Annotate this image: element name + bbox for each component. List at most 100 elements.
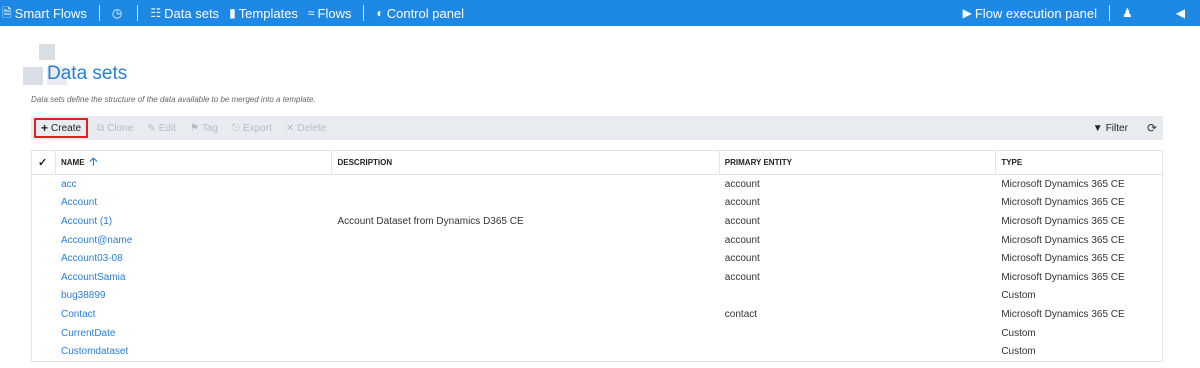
- user-icon: ♟: [1122, 6, 1133, 20]
- filter-button[interactable]: ▼ Filter: [1088, 118, 1133, 138]
- dataset-description: [332, 324, 719, 343]
- dataset-description: [332, 305, 719, 324]
- dataset-primary-entity: account: [724, 253, 760, 265]
- table-row[interactable]: Contact contact Microsoft Dynamics 365 CE: [32, 305, 1162, 324]
- dataset-name-link[interactable]: Account: [56, 194, 333, 213]
- dataset-type: Custom: [1001, 290, 1036, 302]
- history-button[interactable]: ◷: [112, 0, 125, 26]
- row-select-cell[interactable]: [32, 324, 56, 343]
- export-label: Export: [242, 122, 272, 134]
- megaphone-icon: ◀: [1175, 6, 1185, 20]
- select-all-checkbox[interactable]: ✓: [32, 151, 56, 174]
- table-row[interactable]: Account (1) Account Dataset from Dynamics…: [32, 212, 1162, 231]
- dataset-name-link[interactable]: bug38899: [56, 287, 333, 306]
- clone-label: Clone: [107, 122, 134, 134]
- row-select-cell[interactable]: [32, 212, 56, 231]
- divider: [98, 5, 100, 21]
- clone-button[interactable]: ⧉ Clone: [92, 118, 138, 138]
- row-select-cell[interactable]: [32, 268, 56, 287]
- document-icon: 🗎: [2, 6, 12, 20]
- title-decoration: [23, 67, 43, 85]
- waves-icon: ≈: [307, 6, 315, 20]
- table-row[interactable]: Account03-08 account Microsoft Dynamics 36…: [32, 249, 1162, 268]
- row-select-cell[interactable]: [32, 287, 56, 306]
- tag-button[interactable]: ⚑ Tag: [185, 118, 223, 138]
- dataset-name-link[interactable]: Customdataset: [56, 342, 333, 361]
- dataset-primary-entity: account: [724, 215, 760, 227]
- close-icon: ✕: [285, 122, 295, 134]
- play-icon: ▶: [962, 6, 972, 20]
- nav-flows[interactable]: ≈ Flows: [308, 0, 352, 26]
- export-icon: ⎋: [232, 122, 240, 134]
- dataset-description: [332, 175, 719, 194]
- flow-execution-panel-label: Flow execution panel: [974, 5, 1097, 21]
- edit-button[interactable]: ✎ Edit: [142, 118, 181, 138]
- table-row[interactable]: Account account Microsoft Dynamics 365 CE: [32, 194, 1162, 213]
- row-select-cell[interactable]: [32, 175, 56, 194]
- column-header-primary-entity[interactable]: PRIMARY ENTITY: [720, 151, 997, 174]
- toolbar-right: ▼ Filter ⟳: [1088, 116, 1157, 140]
- column-header-label: TYPE: [1001, 158, 1023, 167]
- announcements-button[interactable]: ◀: [1176, 0, 1188, 26]
- top-navigation-bar: 🗎 Smart Flows ◷ ☷ Data sets ▮ Templates …: [0, 0, 1200, 26]
- tag-icon: ⚑: [189, 122, 199, 134]
- file-icon: ▮: [229, 6, 236, 20]
- table-row[interactable]: CurrentDate Custom: [32, 324, 1162, 343]
- dataset-type: Custom: [1001, 346, 1036, 358]
- row-select-cell[interactable]: [32, 249, 56, 268]
- row-select-cell[interactable]: [32, 342, 56, 361]
- column-header-label: NAME: [60, 158, 85, 167]
- table-row[interactable]: AccountSamia account Microsoft Dynamics 36…: [32, 268, 1162, 287]
- table-row[interactable]: Account@name account Microsoft Dynamics 36…: [32, 231, 1162, 250]
- column-header-description[interactable]: DESCRIPTION: [332, 151, 720, 174]
- dataset-name-link[interactable]: Contact: [56, 305, 333, 324]
- funnel-icon: ▼: [1092, 122, 1103, 134]
- delete-button[interactable]: ✕ Delete: [281, 118, 331, 138]
- row-select-cell[interactable]: [32, 231, 56, 250]
- data-sets-table: ✓ NAME 🡡 DESCRIPTION PRIMARY ENTITY TYPE…: [31, 150, 1163, 362]
- create-button[interactable]: + Create: [34, 118, 89, 138]
- flow-execution-panel-button[interactable]: ▶ Flow execution panel: [963, 0, 1097, 26]
- dataset-type: Microsoft Dynamics 365 CE: [1001, 308, 1125, 320]
- dataset-type: Microsoft Dynamics 365 CE: [1001, 178, 1125, 190]
- table-row[interactable]: acc account Microsoft Dynamics 365 CE: [32, 175, 1162, 194]
- table-row[interactable]: Customdataset Custom: [32, 342, 1162, 361]
- dataset-description: [332, 249, 719, 268]
- dataset-type: Microsoft Dynamics 365 CE: [1001, 215, 1125, 227]
- dataset-name-link[interactable]: CurrentDate: [56, 324, 333, 343]
- sitemap-icon: ☷: [150, 6, 162, 20]
- nav-templates[interactable]: ▮ Templates: [229, 0, 298, 26]
- dataset-primary-entity: [720, 324, 997, 343]
- dataset-name-link[interactable]: Account@name: [56, 231, 333, 250]
- row-select-cell[interactable]: [32, 194, 56, 213]
- nav-control-panel-label: Control panel: [386, 5, 465, 21]
- dataset-primary-entity: [720, 287, 997, 306]
- refresh-icon[interactable]: ⟳: [1147, 121, 1157, 135]
- dataset-name-link[interactable]: Account03-08: [56, 249, 333, 268]
- row-select-cell[interactable]: [32, 305, 56, 324]
- dataset-primary-entity: account: [724, 234, 760, 246]
- dataset-description: [332, 231, 719, 250]
- dataset-type: Microsoft Dynamics 365 CE: [1001, 271, 1125, 283]
- nav-control-panel[interactable]: ◐ Control panel: [376, 0, 464, 26]
- brand-link[interactable]: 🗎 Smart Flows: [2, 0, 87, 26]
- dataset-name-link[interactable]: Account (1): [56, 212, 333, 231]
- create-label: Create: [51, 122, 82, 134]
- column-header-label: PRIMARY ENTITY: [724, 158, 792, 167]
- dataset-type: Microsoft Dynamics 365 CE: [1001, 253, 1125, 265]
- table-row[interactable]: bug38899 Custom: [32, 287, 1162, 306]
- column-header-type[interactable]: TYPE: [996, 151, 1162, 174]
- dataset-name-link[interactable]: acc: [56, 175, 333, 194]
- gauge-icon: ◐: [376, 6, 384, 20]
- brand-label: Smart Flows: [14, 5, 87, 21]
- nav-data-sets[interactable]: ☷ Data sets: [150, 0, 219, 26]
- column-header-label: DESCRIPTION: [337, 158, 393, 167]
- dataset-description: [332, 268, 719, 287]
- dataset-primary-entity: [720, 342, 997, 361]
- sort-ascending-icon: 🡡: [89, 156, 98, 168]
- export-button[interactable]: ⎋ Export: [227, 118, 277, 138]
- plus-icon: +: [41, 121, 49, 135]
- column-header-name[interactable]: NAME 🡡: [56, 151, 333, 174]
- dataset-name-link[interactable]: AccountSamia: [56, 268, 333, 287]
- user-menu-button[interactable]: ♟: [1122, 0, 1136, 26]
